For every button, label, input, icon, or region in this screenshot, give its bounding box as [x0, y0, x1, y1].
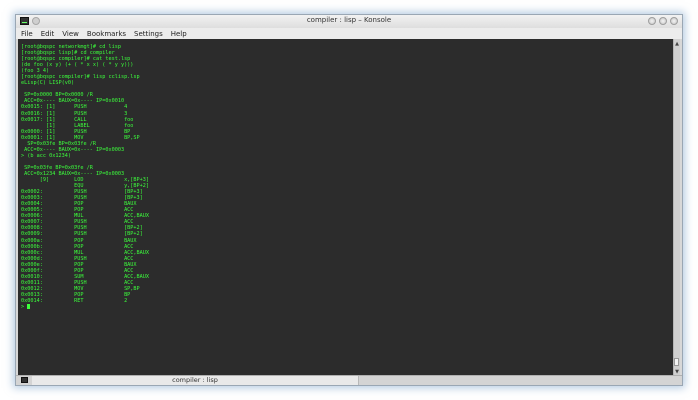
maximize-icon[interactable]: [659, 17, 667, 25]
tab-bar: compiler : lisp: [16, 375, 682, 385]
terminal-line: >: [21, 304, 673, 310]
menu-bar: File Edit View Bookmarks Settings Help: [16, 28, 682, 39]
window-title: compiler : lisp – Konsole: [306, 16, 392, 24]
menu-settings[interactable]: Settings: [134, 30, 163, 38]
tab-compiler-lisp[interactable]: compiler : lisp: [32, 376, 359, 385]
konsole-window: compiler : lisp – Konsole File Edit View…: [15, 14, 683, 386]
scroll-up-icon[interactable]: ▲: [674, 41, 680, 48]
new-tab-icon[interactable]: [21, 377, 28, 383]
close-icon[interactable]: [670, 17, 678, 25]
window-controls: [648, 17, 678, 25]
terminal-scrollbar[interactable]: ▲ ▼: [673, 39, 680, 378]
minimize-icon[interactable]: [648, 17, 656, 25]
title-bar[interactable]: compiler : lisp – Konsole: [16, 15, 682, 29]
menu-view[interactable]: View: [62, 30, 79, 38]
menu-help[interactable]: Help: [171, 30, 187, 38]
terminal-text: [root@bqspc networkmgt]# cd lisp [root@bq…: [18, 39, 673, 310]
terminal-output[interactable]: [root@bqspc networkmgt]# cd lisp [root@bq…: [18, 39, 673, 378]
scroll-thumb[interactable]: [674, 358, 679, 366]
menu-bookmarks[interactable]: Bookmarks: [87, 30, 126, 38]
menu-edit[interactable]: Edit: [41, 30, 55, 38]
terminal-cursor: [27, 304, 31, 310]
menu-file[interactable]: File: [21, 30, 33, 38]
